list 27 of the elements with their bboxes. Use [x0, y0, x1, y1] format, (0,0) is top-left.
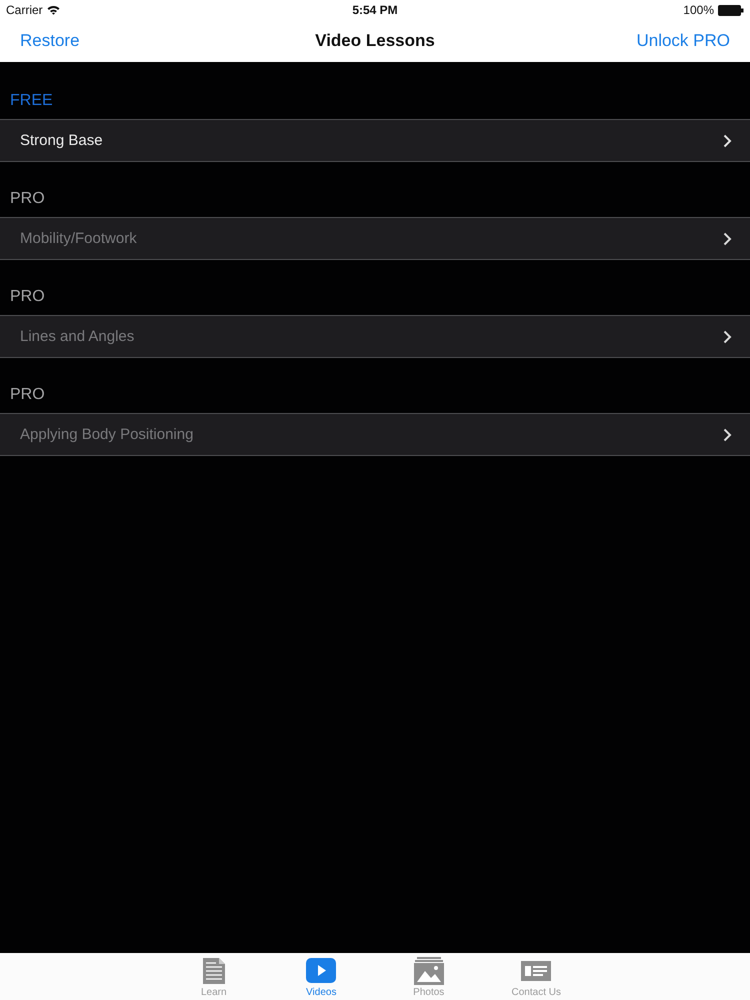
clock-label: 5:54 PM — [352, 3, 398, 17]
lesson-title: Lines and Angles — [20, 328, 136, 345]
chevron-icon — [723, 232, 732, 246]
tab-bar-item[interactable]: Videos — [268, 953, 375, 1000]
restore-button[interactable]: Restore — [20, 31, 80, 51]
play-icon — [306, 957, 336, 985]
section-header: PRO — [10, 288, 45, 306]
chevron-icon — [723, 134, 732, 148]
wifi-icon — [46, 5, 60, 15]
lesson-title: Mobility/Footwork — [20, 230, 138, 247]
chevron-icon — [723, 428, 732, 442]
section-header: FREE — [10, 92, 53, 110]
tab-bar-item[interactable]: Learn — [160, 953, 268, 1000]
battery-icon — [718, 4, 744, 16]
nav-title: Video Lessons — [315, 31, 435, 51]
tab-bar-item[interactable]: Photos — [375, 953, 482, 1000]
photo-stack-icon — [414, 957, 444, 985]
carrier-label: Carrier — [6, 3, 43, 17]
lesson-title: Strong Base — [20, 132, 104, 149]
battery-percentage: 100% — [683, 3, 714, 17]
lesson-row[interactable]: Strong Base — [0, 119, 750, 162]
lesson-title: Applying Body Positioning — [20, 426, 194, 443]
tab-bar-item[interactable]: Contact Us — [482, 953, 590, 1000]
chevron-icon — [723, 330, 732, 344]
section-header: PRO — [10, 386, 45, 404]
unlock-pro-button[interactable]: Unlock PRO — [636, 31, 730, 51]
section-header: PRO — [10, 190, 45, 208]
